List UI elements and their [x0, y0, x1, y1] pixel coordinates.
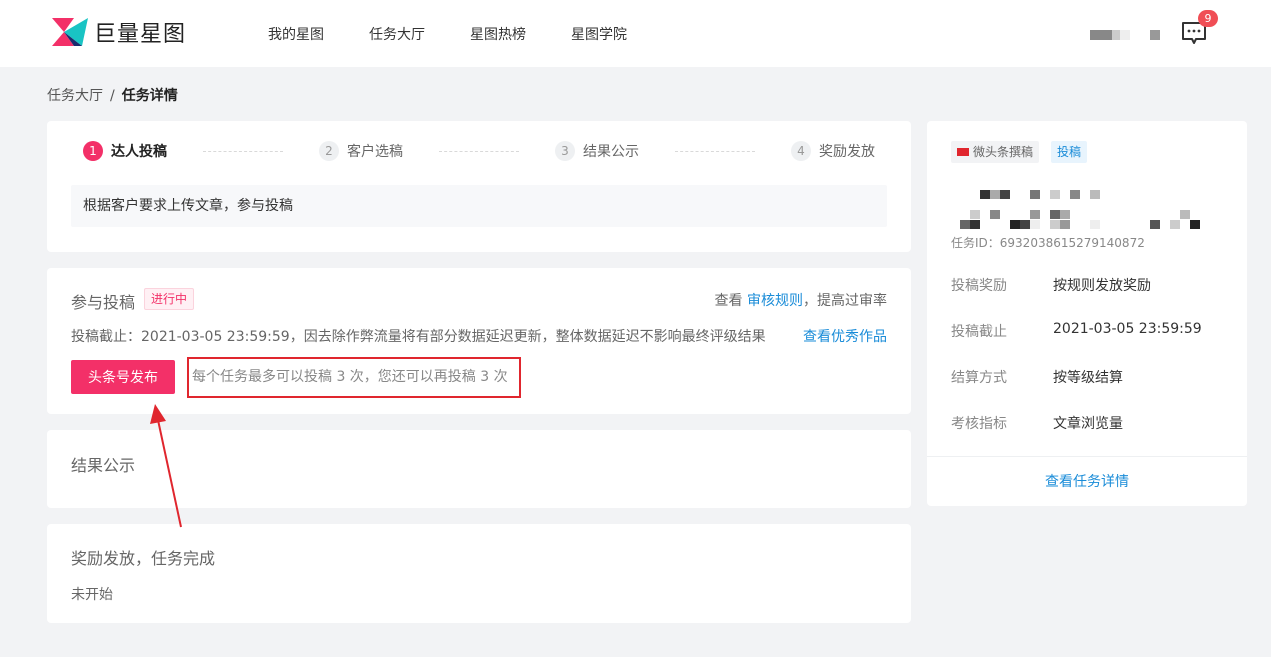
rule-prefix: 查看: [714, 293, 743, 309]
reward-card: 奖励发放，任务完成 未开始: [47, 524, 911, 623]
step-3-number: 3: [555, 141, 575, 161]
step-2-label: 客户选稿: [347, 144, 403, 160]
step-1: 1 达人投稿: [83, 141, 167, 161]
breadcrumb-current: 任务详情: [121, 88, 178, 104]
step-connector: [203, 151, 283, 152]
logo-mark-icon: [52, 18, 88, 46]
rule-suffix: ，提高过审率: [803, 293, 887, 309]
logo-text: 巨量星图: [94, 22, 187, 47]
toutiao-mini-icon: [957, 148, 969, 156]
top-header: 巨量星图 我的星图 任务大厅 星图热榜 星图学院 9: [0, 0, 1271, 67]
step-description: 根据客户要求上传文章，参与投稿: [71, 185, 887, 227]
status-badge: 进行中: [144, 288, 195, 310]
breadcrumb: 任务大厅 / 任务详情: [47, 85, 178, 105]
main-nav: 我的星图 任务大厅 星图热榜 星图学院: [268, 0, 672, 67]
task-type-label: 微头条撰稿: [973, 145, 1034, 159]
reward-status: 未开始: [71, 587, 113, 603]
view-excellent-works-link[interactable]: 查看优秀作品: [803, 326, 887, 346]
task-steps: 1 达人投稿 2 客户选稿 3 结果公示 4 奖励发放: [83, 141, 875, 161]
info-value: 按规则发放奖励: [1053, 278, 1151, 294]
step-3-label: 结果公示: [583, 144, 639, 160]
step-connector: [439, 151, 519, 152]
step-4-number: 4: [791, 141, 811, 161]
task-info-card: 微头条撰稿 投稿 任务ID：6932038615279140872 投稿奖励 按…: [927, 121, 1247, 506]
step-1-label: 达人投稿: [111, 144, 167, 160]
submission-title: 参与投稿: [71, 293, 136, 312]
result-card: 结果公示: [47, 430, 911, 508]
breadcrumb-separator: /: [110, 88, 115, 104]
step-4-label: 奖励发放: [819, 144, 875, 160]
logo[interactable]: 巨量星图: [52, 17, 186, 47]
task-type-tag: 微头条撰稿: [951, 141, 1040, 163]
view-task-details-link[interactable]: 查看任务详情: [927, 471, 1247, 491]
nav-item-academy[interactable]: 星图学院: [571, 24, 627, 44]
info-label: 投稿奖励: [951, 278, 1007, 294]
reward-title: 奖励发放，任务完成: [71, 549, 216, 568]
step-2-number: 2: [319, 141, 339, 161]
info-label: 投稿截止: [951, 324, 1007, 340]
breadcrumb-parent[interactable]: 任务大厅: [47, 88, 103, 104]
task-id: 任务ID：6932038615279140872: [951, 236, 1145, 250]
submission-card: 参与投稿 进行中 查看 审核规则，提高过审率 投稿截止：2021-03-05 2…: [47, 268, 911, 414]
step-3: 3 结果公示: [555, 141, 639, 161]
step-connector: [675, 151, 755, 152]
task-steps-card: 1 达人投稿 2 客户选稿 3 结果公示 4 奖励发放 根据客户要求上传文章，参…: [47, 121, 911, 252]
step-1-number: 1: [83, 141, 103, 161]
divider: [927, 456, 1247, 457]
step-4: 4 奖励发放: [791, 141, 875, 161]
review-rules-link[interactable]: 审核规则: [747, 293, 803, 309]
nav-item-task-hall[interactable]: 任务大厅: [369, 24, 425, 44]
submission-limit-note: 每个任务最多可以投稿 3 次，您还可以再投稿 3 次: [187, 357, 521, 398]
task-mode-tag: 投稿: [1051, 141, 1088, 163]
info-value: 2021-03-05 23:59:59: [1053, 321, 1202, 337]
nav-item-hot-list[interactable]: 星图热榜: [470, 24, 526, 44]
nav-item-my-xingtu[interactable]: 我的星图: [268, 24, 324, 44]
toutiao-publish-button[interactable]: 头条号发布: [71, 360, 175, 394]
message-count-badge: 9: [1198, 10, 1218, 27]
info-label: 考核指标: [951, 416, 1007, 432]
submission-deadline-note: 投稿截止：2021-03-05 23:59:59，因去除作弊流量将有部分数据延迟…: [71, 329, 766, 345]
info-value: 按等级结算: [1053, 370, 1123, 386]
info-label: 结算方式: [951, 370, 1007, 386]
info-value: 文章浏览量: [1053, 416, 1123, 432]
step-2: 2 客户选稿: [319, 141, 403, 161]
review-rule-hint: 查看 审核规则，提高过审率: [715, 290, 887, 310]
result-title: 结果公示: [71, 456, 136, 475]
